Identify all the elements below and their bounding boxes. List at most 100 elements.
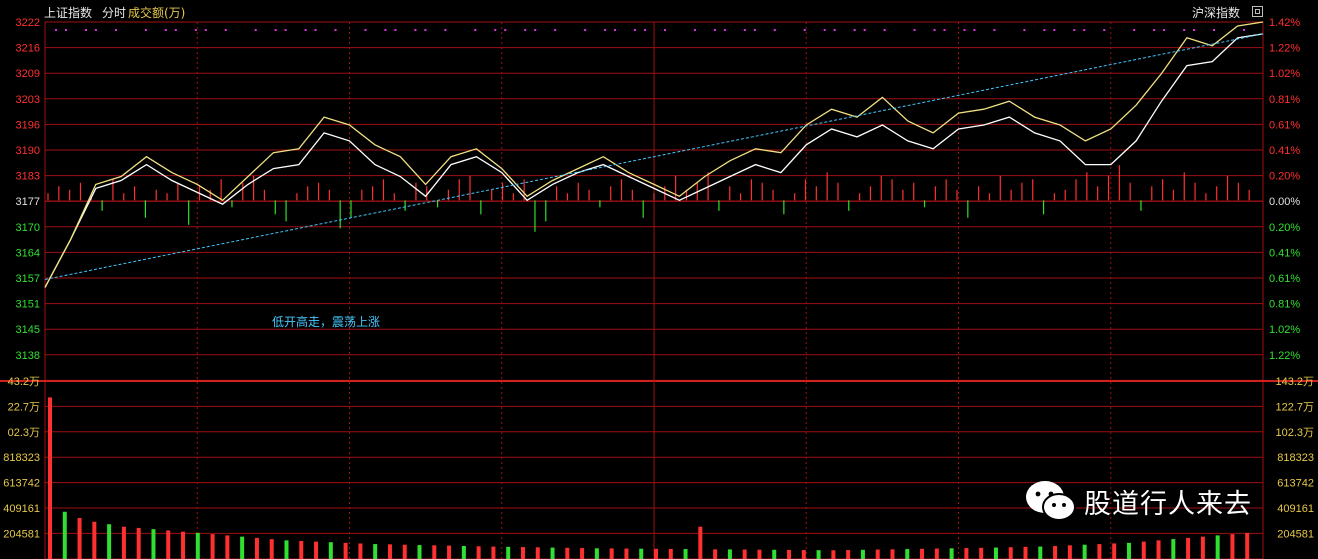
marker-dot: [1083, 29, 1086, 31]
marker-dot: [644, 29, 647, 31]
volume-bar: [698, 526, 703, 559]
volume-bar: [1038, 546, 1043, 559]
volume-tick-label: 43.2万: [8, 376, 40, 388]
volume-bar: [92, 521, 97, 559]
watermark: 股道行人来去: [1024, 476, 1252, 526]
volume-bar: [240, 536, 245, 559]
volume-bar: [1215, 535, 1220, 559]
percent-tick-label: 0.20%: [1269, 171, 1300, 183]
index-name-label[interactable]: 上证指数: [44, 4, 92, 21]
volume-bar: [520, 547, 525, 559]
marker-dot: [284, 29, 287, 31]
volume-bar: [624, 548, 629, 559]
marker-dot: [1153, 29, 1156, 31]
marker-dot: [614, 29, 617, 31]
price-tick-label: 3196: [16, 119, 40, 131]
volume-bar: [358, 543, 363, 559]
volume-bar: [136, 527, 141, 559]
marker-dot: [1103, 29, 1106, 31]
volume-bar: [373, 544, 378, 559]
volume-tick-label: 143.2万: [1275, 376, 1314, 388]
volume-bar: [905, 549, 910, 559]
marker-dot: [314, 29, 317, 31]
volume-bar: [979, 547, 984, 559]
volume-bar: [934, 548, 939, 559]
mode-label[interactable]: 分时: [102, 4, 126, 21]
marker-dot: [55, 29, 57, 31]
volume-bar: [713, 549, 718, 559]
volume-tick-label: 818323: [3, 452, 40, 464]
marker-dot: [723, 29, 726, 31]
percent-tick-label: 0.20%: [1269, 222, 1300, 234]
percent-tick-label: 1.02%: [1269, 324, 1300, 336]
volume-bar: [787, 549, 792, 559]
volume-bar: [1245, 532, 1250, 559]
marker-dot: [1053, 29, 1056, 31]
volume-bar: [550, 547, 555, 559]
marker-dot: [444, 29, 447, 31]
marker-dot: [334, 29, 337, 31]
volume-tick-label: 818323: [1277, 452, 1314, 464]
compare-index-label[interactable]: 沪深指数: [1192, 4, 1240, 21]
volume-bar: [417, 545, 422, 559]
price-tick-label: 3151: [16, 299, 40, 311]
volume-bar: [210, 534, 215, 559]
marker-dot: [584, 29, 587, 31]
marker-dot: [364, 29, 367, 31]
indicator-label[interactable]: 成交额(万): [128, 4, 185, 21]
volume-bar: [964, 548, 969, 559]
percent-tick-label: 0.81%: [1269, 299, 1300, 311]
volume-bar: [1141, 541, 1146, 559]
volume-tick-label: 613742: [1277, 478, 1314, 490]
marker-dot: [84, 29, 87, 31]
price-axis-labels: 3222321632093203319631903183317731703164…: [16, 17, 40, 362]
price-tick-label: 3190: [16, 145, 40, 157]
marker-dot: [1193, 29, 1196, 31]
chart-header: 上证指数 分时 成交额(万) 沪深指数: [0, 0, 1318, 22]
volume-bar: [757, 549, 762, 559]
volume-bar: [1230, 534, 1235, 559]
volume-bar: [314, 541, 319, 559]
marker-dot: [64, 29, 67, 31]
price-tick-label: 3157: [16, 273, 40, 285]
volume-bar: [48, 397, 52, 559]
volume-bar: [1171, 539, 1176, 559]
marker-dot: [174, 29, 177, 31]
marker-dot: [713, 29, 716, 31]
marker-dot: [254, 29, 257, 31]
marker-dots: [55, 29, 1246, 31]
volume-bar: [772, 549, 777, 559]
marker-dot: [524, 29, 527, 31]
volume-bar: [609, 548, 614, 559]
marker-dot: [693, 29, 696, 31]
volume-bar: [387, 544, 392, 559]
percent-tick-label: 1.22%: [1269, 350, 1300, 362]
volume-bar: [1112, 543, 1117, 559]
marker-dot: [474, 29, 477, 31]
volume-bar: [846, 550, 851, 559]
volume-bar: [1097, 544, 1102, 559]
marker-dot: [384, 29, 387, 31]
window-toggle-icon[interactable]: [1252, 6, 1263, 17]
volume-bar: [107, 524, 112, 559]
volume-bar: [269, 539, 274, 559]
price-tick-label: 3209: [16, 68, 40, 80]
percent-tick-label: 0.41%: [1269, 247, 1300, 259]
marker-dot: [973, 29, 976, 31]
volume-bar: [432, 545, 437, 559]
marker-dot: [1243, 29, 1246, 31]
marker-dot: [164, 29, 167, 31]
marker-dot: [863, 29, 866, 31]
price-tick-label: 3183: [16, 171, 40, 183]
volume-bar: [62, 511, 67, 559]
marker-dot: [554, 29, 557, 31]
volume-bar: [343, 542, 348, 559]
volume-tick-label: 409161: [1277, 503, 1314, 515]
percent-tick-label: 0.41%: [1269, 145, 1300, 157]
volume-bar: [639, 548, 644, 559]
volume-bar: [181, 531, 186, 559]
marker-dot: [424, 29, 427, 31]
percent-tick-label: 1.22%: [1269, 43, 1300, 55]
volume-bar: [654, 548, 658, 559]
price-tick-label: 3177: [16, 196, 40, 208]
